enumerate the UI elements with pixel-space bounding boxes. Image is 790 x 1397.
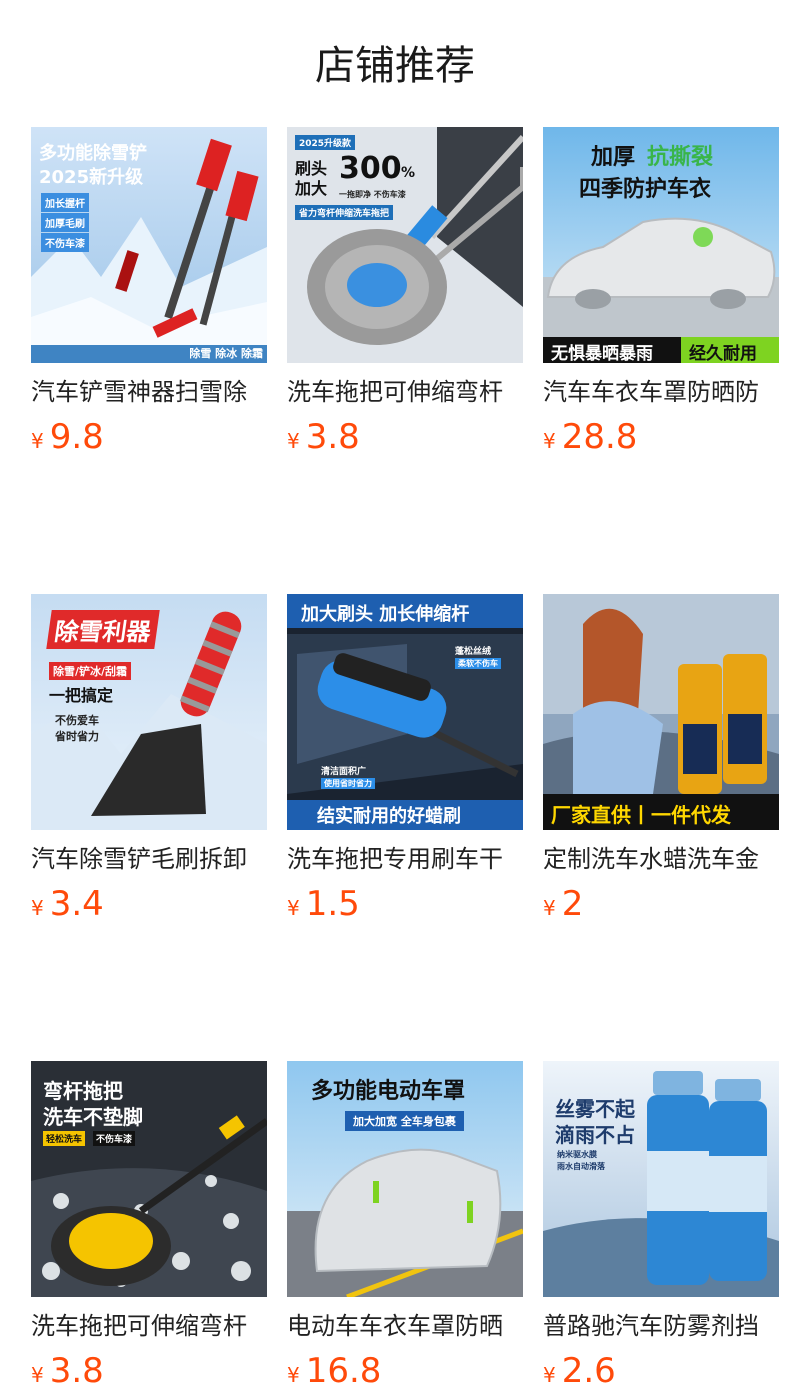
page-title: 店铺推荐 bbox=[315, 43, 475, 89]
car-wash-liquid-icon bbox=[543, 594, 779, 830]
product-image[interactable]: 加大刷头 加长伸缩杆 蓬松丝绒 柔软不伤车 清洁面积广 使用省时省力 结实耐用的… bbox=[287, 594, 523, 830]
product-card[interactable]: 多功能电动车罩 加大加宽 全车身包裹 电动车车衣车罩防晒 ¥16.8 bbox=[287, 1061, 523, 1397]
product-image[interactable]: 弯杆拖把 洗车不垫脚 轻松洗车 不伤车漆 bbox=[31, 1061, 267, 1297]
overlay-tag: 清洁面积广 bbox=[321, 767, 367, 777]
product-card[interactable]: 加厚 抗撕裂 四季防护车衣 无惧暴晒暴雨 经久耐用 汽车车衣车罩防晒防 ¥28.… bbox=[543, 127, 779, 463]
product-image[interactable]: 2025升级款 刷头 加大 300 % 一拖即净 不伤车漆 省力弯杆伸缩洗车拖把 bbox=[287, 127, 523, 363]
overlay-tag: 柔软不伤车 bbox=[455, 658, 501, 669]
overlay-bullet: 不伤爱车 bbox=[55, 714, 99, 727]
product-price: ¥28.8 bbox=[543, 417, 779, 463]
overlay-subtitle: 一把搞定 bbox=[49, 686, 114, 705]
product-price: ¥2.6 bbox=[543, 1351, 779, 1397]
price-value: 9.8 bbox=[49, 417, 104, 457]
overlay-text: 加大 bbox=[295, 179, 328, 198]
overlay-footer-accent: 经久耐用 bbox=[689, 344, 757, 363]
currency-symbol: ¥ bbox=[31, 1363, 44, 1387]
product-image[interactable]: 厂家直供丨一件代发 bbox=[543, 594, 779, 830]
overlay-title: 除雪利器 bbox=[46, 610, 160, 649]
overlay-title: 加大刷头 加长伸缩杆 bbox=[301, 604, 470, 625]
product-card[interactable]: 除雪利器 除雪/铲冰/刮霜 一把搞定 不伤爱车 省时省力 汽车除雪铲毛刷拆卸 ¥… bbox=[31, 594, 267, 930]
overlay-title: 加厚 bbox=[591, 145, 636, 170]
product-card[interactable]: 加大刷头 加长伸缩杆 蓬松丝绒 柔软不伤车 清洁面积广 使用省时省力 结实耐用的… bbox=[287, 594, 523, 930]
overlay-footer: 除雪 除冰 除霜 bbox=[189, 347, 263, 360]
price-value: 3.8 bbox=[305, 417, 360, 457]
currency-symbol: ¥ bbox=[31, 429, 44, 453]
product-name[interactable]: 汽车车衣车罩防晒防 bbox=[543, 377, 779, 407]
product-card[interactable]: 弯杆拖把 洗车不垫脚 轻松洗车 不伤车漆 洗车拖把可伸缩弯杆 ¥3.8 bbox=[31, 1061, 267, 1397]
overlay-banner: 加大加宽 全车身包裹 bbox=[345, 1111, 464, 1131]
overlay-title: 多功能电动车罩 bbox=[311, 1079, 466, 1104]
price-value: 2 bbox=[561, 884, 584, 924]
overlay-subtitle: 2025新升级 bbox=[39, 167, 144, 188]
product-image[interactable]: 除雪利器 除雪/铲冰/刮霜 一把搞定 不伤爱车 省时省力 bbox=[31, 594, 267, 830]
product-price: ¥3.8 bbox=[287, 417, 523, 463]
overlay-title: 丝雾不起 bbox=[555, 1097, 635, 1121]
overlay-footer: 无惧暴晒暴雨 bbox=[551, 344, 653, 363]
currency-symbol: ¥ bbox=[287, 429, 300, 453]
overlay-unit: % bbox=[401, 165, 416, 181]
overlay-badge: 2025升级款 bbox=[295, 135, 356, 150]
overlay-title: 多功能除雪铲 bbox=[39, 143, 147, 164]
product-card[interactable]: 2025升级款 刷头 加大 300 % 一拖即净 不伤车漆 省力弯杆伸缩洗车拖把… bbox=[287, 127, 523, 463]
product-image[interactable]: 加厚 抗撕裂 四季防护车衣 无惧暴晒暴雨 经久耐用 bbox=[543, 127, 779, 363]
currency-symbol: ¥ bbox=[543, 896, 556, 920]
currency-symbol: ¥ bbox=[543, 1363, 556, 1387]
overlay-tag: 轻松洗车 bbox=[43, 1131, 86, 1146]
overlay-bullet: 省时省力 bbox=[55, 730, 99, 743]
currency-symbol: ¥ bbox=[287, 896, 300, 920]
product-name[interactable]: 洗车拖把可伸缩弯杆 bbox=[31, 1311, 267, 1341]
product-price: ¥9.8 bbox=[31, 417, 267, 463]
overlay-tag: 不伤车漆 bbox=[93, 1131, 136, 1146]
product-price: ¥16.8 bbox=[287, 1351, 523, 1397]
overlay-subtitle: 一拖即净 不伤车漆 bbox=[339, 190, 406, 199]
wax-brush-icon bbox=[287, 594, 523, 830]
product-name[interactable]: 汽车除雪铲毛刷拆卸 bbox=[31, 844, 267, 874]
product-price: ¥3.8 bbox=[31, 1351, 267, 1397]
price-value: 2.6 bbox=[561, 1351, 616, 1391]
currency-symbol: ¥ bbox=[287, 1363, 300, 1387]
overlay-tag: 不伤车漆 bbox=[41, 233, 89, 252]
product-card[interactable]: 丝雾不起 滴雨不占 纳米驱水膜 雨水自动滑落 普路驰汽车防雾剂挡 ¥2.6 bbox=[543, 1061, 779, 1397]
overlay-title: 弯杆拖把 bbox=[43, 1079, 123, 1103]
product-image[interactable]: 多功能电动车罩 加大加宽 全车身包裹 bbox=[287, 1061, 523, 1297]
price-value: 16.8 bbox=[305, 1351, 382, 1391]
currency-symbol: ¥ bbox=[543, 429, 556, 453]
overlay-banner: 省力弯杆伸缩洗车拖把 bbox=[295, 205, 394, 220]
product-name[interactable]: 洗车拖把专用刷车干 bbox=[287, 844, 523, 874]
overlay-subtitle: 纳米驱水膜 bbox=[557, 1150, 597, 1159]
product-name[interactable]: 洗车拖把可伸缩弯杆 bbox=[287, 377, 523, 407]
product-card[interactable]: 多功能除雪铲 2025新升级 加长握杆 加厚毛刷 不伤车漆 除雪 除冰 除霜 汽… bbox=[31, 127, 267, 463]
product-name[interactable]: 汽车铲雪神器扫雪除 bbox=[31, 377, 267, 407]
overlay-title: 滴雨不占 bbox=[555, 1123, 635, 1147]
overlay-tag: 加厚毛刷 bbox=[41, 213, 89, 232]
overlay-tag: 蓬松丝绒 bbox=[455, 647, 492, 657]
overlay-footer: 厂家直供丨一件代发 bbox=[551, 803, 731, 827]
product-price: ¥1.5 bbox=[287, 884, 523, 930]
product-name[interactable]: 普路驰汽车防雾剂挡 bbox=[543, 1311, 779, 1341]
product-image[interactable]: 多功能除雪铲 2025新升级 加长握杆 加厚毛刷 不伤车漆 除雪 除冰 除霜 bbox=[31, 127, 267, 363]
price-value: 1.5 bbox=[305, 884, 360, 924]
product-grid: 多功能除雪铲 2025新升级 加长握杆 加厚毛刷 不伤车漆 除雪 除冰 除霜 汽… bbox=[31, 127, 779, 1397]
product-price: ¥2 bbox=[543, 884, 779, 930]
currency-symbol: ¥ bbox=[31, 896, 44, 920]
overlay-tag: 使用省时省力 bbox=[321, 778, 375, 789]
product-card[interactable]: 厂家直供丨一件代发 定制洗车水蜡洗车金 ¥2 bbox=[543, 594, 779, 930]
overlay-subtitle: 四季防护车衣 bbox=[579, 177, 712, 202]
product-image[interactable]: 丝雾不起 滴雨不占 纳米驱水膜 雨水自动滑落 bbox=[543, 1061, 779, 1297]
product-price: ¥3.4 bbox=[31, 884, 267, 930]
overlay-footer: 结实耐用的好蜡刷 bbox=[317, 806, 461, 827]
price-value: 3.8 bbox=[49, 1351, 104, 1391]
overlay-title-accent: 抗撕裂 bbox=[647, 145, 714, 170]
price-value: 3.4 bbox=[49, 884, 104, 924]
overlay-tag: 除雪/铲冰/刮霜 bbox=[49, 662, 132, 680]
product-name[interactable]: 电动车车衣车罩防晒 bbox=[287, 1311, 523, 1341]
product-name[interactable]: 定制洗车水蜡洗车金 bbox=[543, 844, 779, 874]
overlay-tag: 加长握杆 bbox=[41, 193, 89, 212]
overlay-subtitle: 雨水自动滑落 bbox=[557, 1162, 605, 1171]
overlay-title: 洗车不垫脚 bbox=[43, 1105, 143, 1129]
price-value: 28.8 bbox=[561, 417, 638, 457]
overlay-number: 300 bbox=[339, 151, 402, 186]
